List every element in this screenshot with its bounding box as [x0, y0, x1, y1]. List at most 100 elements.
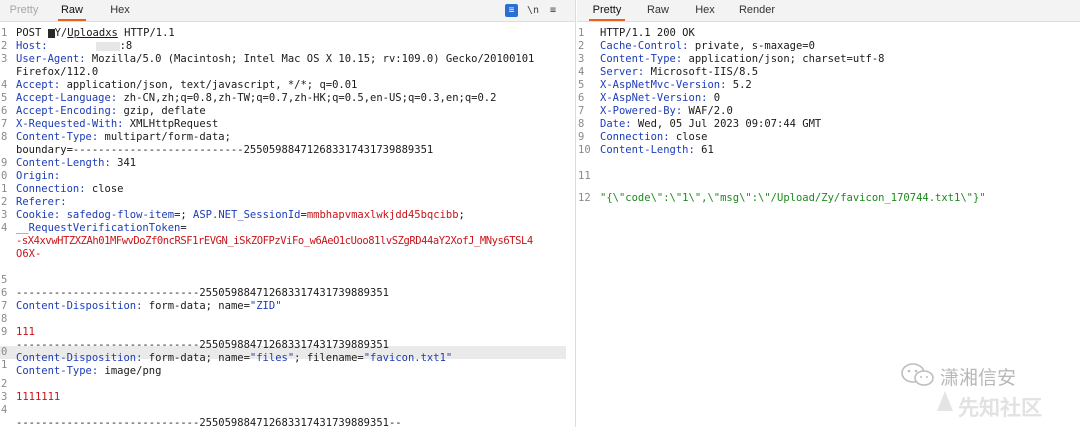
header-value: close: [669, 131, 708, 143]
header-key: X-Requested-With:: [16, 118, 124, 130]
header-accept-language: Accept-Language: zh-CN,zh;q=0.8,zh-TW;q=…: [16, 92, 496, 105]
file-name: "favicon.txt1": [363, 352, 453, 364]
cookie-continuation: -sX4xvwHTZXZAh01MFwvDoZf0ncRSF1rEVGN_iSk…: [16, 235, 533, 248]
header-powered-by: X-Powered-By: WAF/2.0: [600, 105, 733, 118]
header-key: Accept:: [16, 79, 61, 91]
watermark: 潇湘信安 先知社区: [898, 360, 1068, 420]
line-number: 3: [578, 53, 585, 65]
line-number: 2: [1, 40, 8, 52]
line-number: 9: [1, 157, 8, 169]
header-key: Connection:: [16, 183, 86, 195]
header-continuation: Firefox/112.0: [16, 66, 98, 79]
header-value: zh-CN,zh;q=0.8,zh-TW;q=0.7,zh-HK;q=0.5,e…: [117, 92, 497, 104]
boundary-text: -----------------------------25505988471…: [16, 339, 389, 351]
request-path-link[interactable]: Uploadxs: [67, 27, 118, 39]
status-text: HTTP/1.1 200 OK: [600, 27, 695, 39]
line-number: 5: [1, 274, 8, 286]
more-options-icon[interactable]: ≡: [546, 4, 560, 17]
request-line: POST Y/Uploadxs HTTP/1.1: [16, 27, 175, 40]
newline-toggle-icon[interactable]: \n: [526, 4, 540, 17]
line-number: 7: [578, 105, 585, 117]
http-message-viewer: Pretty Raw Hex ≡ \n ≡ 1 2 3 4 5 6 7 8 9 …: [0, 0, 1080, 427]
cookie-value: -sX4xvwHTZXZAh01MFwvDoZf0ncRSF1rEVGN_iSk…: [16, 235, 533, 247]
header-content-length: Content-Length: 61: [600, 144, 714, 157]
request-tab-raw[interactable]: Raw: [58, 0, 86, 21]
request-tabbar: Pretty Raw Hex ≡ \n ≡: [0, 0, 575, 22]
line-number: 8: [578, 118, 585, 130]
header-value: boundary=---------------------------2550…: [16, 144, 434, 156]
line-number: 4: [578, 66, 585, 78]
header-key: X-AspNet-Version:: [600, 92, 708, 104]
status-line: HTTP/1.1 200 OK: [600, 27, 695, 40]
multipart-boundary: -----------------------------25505988471…: [16, 287, 389, 300]
header-key: Content-Type:: [600, 53, 683, 65]
header-key: Referer:: [16, 196, 67, 208]
request-path: Y/: [54, 27, 68, 39]
header-key: Host:: [16, 40, 48, 52]
header-key: Origin:: [16, 170, 61, 182]
response-tab-render[interactable]: Render: [737, 0, 777, 21]
header-server: Server: Microsoft-IIS/8.5: [600, 66, 758, 79]
line-number: 3: [1, 209, 8, 221]
header-key: Date:: [600, 118, 632, 130]
menu-icon[interactable]: ≡: [505, 4, 518, 17]
line-number: 4: [1, 79, 8, 91]
header-content-length: Content-Length: 341: [16, 157, 136, 170]
part-content-type: Content-Type: image/png: [16, 365, 161, 378]
header-continuation: boundary=---------------------------2550…: [16, 144, 433, 157]
header-key: Cookie:: [16, 209, 61, 221]
line-number: 9: [1, 326, 8, 338]
cookie-name: safedog-flow-item: [60, 209, 175, 221]
header-date: Date: Wed, 05 Jul 2023 09:07:44 GMT: [600, 118, 821, 131]
header-key: Content-Type:: [16, 365, 99, 377]
header-key: Content-Disposition:: [16, 300, 143, 312]
header-aspnetmvc-version: X-AspNetMvc-Version: 5.2: [600, 79, 752, 92]
header-value: Firefox/112.0: [16, 66, 99, 78]
header-value: application/json, text/javascript, */*; …: [60, 79, 358, 91]
part-content-disposition: Content-Disposition: form-data; name="fi…: [16, 352, 452, 365]
response-tab-pretty[interactable]: Pretty: [589, 0, 625, 21]
watermark-bottom-text: 先知社区: [958, 396, 1042, 420]
cookie-separator: ;: [458, 209, 465, 221]
cookie-separator: =;: [174, 209, 194, 221]
request-tab-hex[interactable]: Hex: [108, 0, 132, 21]
line-number: 0: [1, 170, 8, 182]
header-user-agent: User-Agent: Mozilla/5.0 (Macintosh; Inte…: [16, 53, 534, 66]
logo-triangle-icon: [937, 391, 953, 411]
boundary-text: -----------------------------25505988471…: [16, 287, 389, 299]
header-key: Server:: [600, 66, 645, 78]
line-number: 10: [578, 144, 591, 156]
header-content-type: Content-Type: multipart/form-data;: [16, 131, 231, 144]
part-value: 111: [16, 326, 35, 339]
field-name: "ZID": [249, 300, 282, 312]
header-value: close: [85, 183, 124, 195]
wechat-icon: [901, 363, 934, 386]
header-key: X-Powered-By:: [600, 105, 683, 117]
line-number: 4: [1, 404, 8, 416]
response-tabbar: Pretty Raw Hex Render: [577, 0, 1080, 22]
header-aspnet-version: X-AspNet-Version: 0: [600, 92, 720, 105]
header-value: 61: [694, 144, 714, 156]
line-number: 7: [1, 118, 8, 130]
line-number: 5: [1, 92, 8, 104]
line-number: 6: [1, 105, 8, 117]
line-number: 8: [1, 131, 8, 143]
request-tab-pretty[interactable]: Pretty: [6, 0, 42, 21]
cookie-continuation: __RequestVerificationToken=: [16, 222, 187, 235]
multipart-boundary-end: -----------------------------25505988471…: [16, 417, 402, 427]
response-tab-hex[interactable]: Hex: [693, 0, 717, 21]
header-key: Cache-Control:: [600, 40, 689, 52]
response-tab-raw[interactable]: Raw: [645, 0, 671, 21]
cookie-value: mmbhapvmaxlwkjdd45bqcibb: [306, 209, 459, 221]
line-number: 1: [1, 359, 8, 371]
cookie-separator: =: [180, 222, 187, 234]
header-accept: Accept: application/json, text/javascrip…: [16, 79, 357, 92]
cookie-continuation: O6X-: [16, 248, 41, 261]
part-value: 1111111: [16, 391, 60, 404]
header-accept-encoding: Accept-Encoding: gzip, deflate: [16, 105, 206, 118]
header-key: Connection:: [600, 131, 670, 143]
request-pane: Pretty Raw Hex ≡ \n ≡ 1 2 3 4 5 6 7 8 9 …: [0, 0, 576, 427]
file-content: 1111111: [16, 391, 61, 403]
header-key: Accept-Encoding:: [16, 105, 118, 117]
redacted-block: [47, 28, 55, 38]
